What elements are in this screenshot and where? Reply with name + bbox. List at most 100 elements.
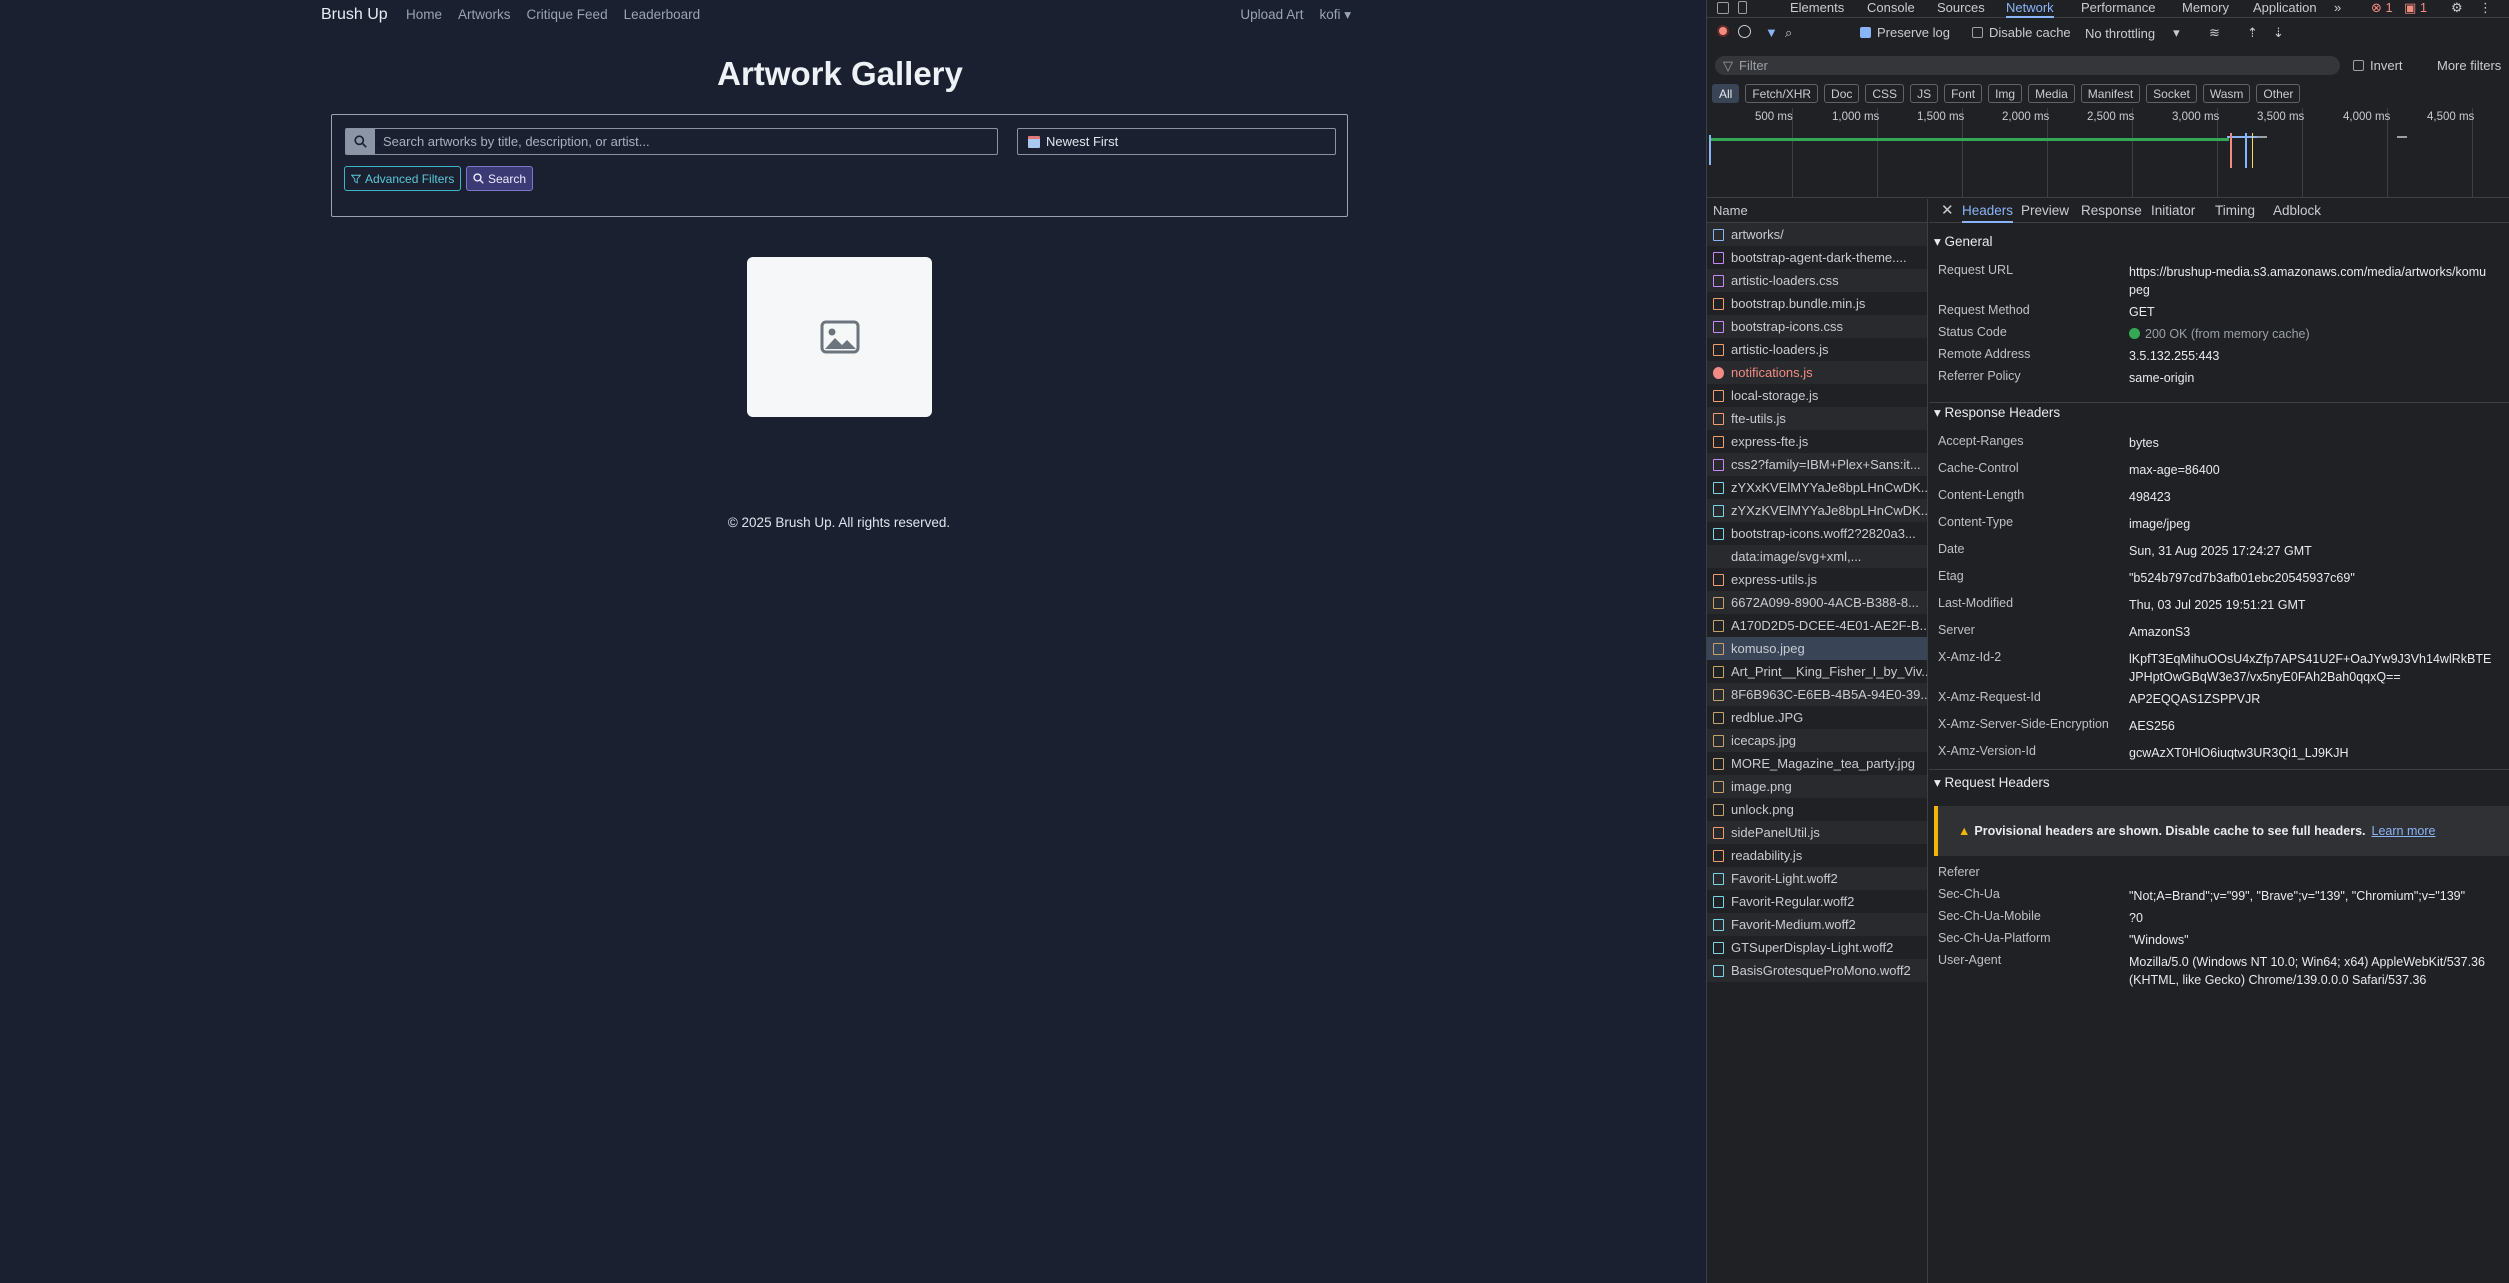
type-js[interactable]: JS (1910, 84, 1939, 103)
request-row[interactable]: readability.js (1707, 844, 1927, 867)
network-overview-timeline[interactable]: 500 ms 1,000 ms 1,500 ms 2,000 ms 2,500 … (1707, 108, 2509, 198)
nav-leaderboard[interactable]: Leaderboard (624, 7, 701, 22)
request-row[interactable]: zYXzKVElMYYaJe8bpLHnCwDK... (1707, 499, 1927, 522)
request-row[interactable]: zYXxKVElMYYaJe8bpLHnCwDK... (1707, 476, 1927, 499)
inspect-icon[interactable] (1717, 2, 1729, 14)
learn-more-link[interactable]: Learn more (2372, 824, 2436, 838)
request-row[interactable]: express-utils.js (1707, 568, 1927, 591)
request-row[interactable]: data:image/svg+xml,... (1707, 545, 1927, 568)
request-row[interactable]: BasisGrotesqueProMono.woff2 (1707, 959, 1927, 982)
settings-gear-icon[interactable]: ⚙ (2451, 0, 2463, 16)
request-row[interactable]: bootstrap-icons.css (1707, 315, 1927, 338)
sort-select[interactable]: Newest First (1017, 128, 1336, 155)
request-row[interactable]: 6672A099-8900-4ACB-B388-8... (1707, 591, 1927, 614)
request-row[interactable]: local-storage.js (1707, 384, 1927, 407)
more-tabs-icon[interactable]: » (2334, 0, 2341, 15)
nav-home[interactable]: Home (406, 7, 442, 22)
response-headers-section-header[interactable]: ▾ Response Headers (1934, 405, 2060, 421)
error-count-badge[interactable]: ⊗ 1 (2371, 0, 2393, 16)
filter-toggle-icon[interactable]: ▼ (1765, 25, 1778, 40)
clear-icon[interactable] (1738, 25, 1751, 38)
invert-checkbox[interactable]: Invert (2353, 58, 2403, 73)
request-row[interactable]: unlock.png (1707, 798, 1927, 821)
header-value: AmazonS3 (2129, 625, 2191, 639)
request-row[interactable]: artistic-loaders.css (1707, 269, 1927, 292)
detail-tab-adblock[interactable]: Adblock (2273, 203, 2321, 218)
request-row[interactable]: Favorit-Medium.woff2 (1707, 913, 1927, 936)
search-icon[interactable]: ⌕ (1785, 25, 1792, 41)
user-menu[interactable]: kofi ▾ (1319, 7, 1351, 23)
nav-artworks[interactable]: Artworks (458, 7, 511, 22)
request-headers-section-header[interactable]: ▾ Request Headers (1934, 775, 2050, 791)
detail-tab-timing[interactable]: Timing (2215, 203, 2255, 218)
request-row[interactable]: bootstrap.bundle.min.js (1707, 292, 1927, 315)
artwork-card[interactable] (747, 257, 932, 417)
detail-tab-response[interactable]: Response (2081, 203, 2142, 218)
kebab-menu-icon[interactable]: ⋮ (2479, 0, 2492, 16)
request-row[interactable]: artworks/ (1707, 223, 1927, 246)
request-row[interactable]: MORE_Magazine_tea_party.jpg (1707, 752, 1927, 775)
disable-cache-checkbox[interactable]: Disable cache (1972, 25, 2071, 40)
request-row[interactable]: Favorit-Regular.woff2 (1707, 890, 1927, 913)
request-row[interactable]: Favorit-Light.woff2 (1707, 867, 1927, 890)
search-input[interactable] (375, 129, 997, 154)
request-row[interactable]: A170D2D5-DCEE-4E01-AE2F-B... (1707, 614, 1927, 637)
type-wasm[interactable]: Wasm (2202, 84, 2251, 103)
request-row[interactable]: sidePanelUtil.js (1707, 821, 1927, 844)
network-conditions-icon[interactable]: ≋ (2209, 25, 2220, 41)
request-row[interactable]: bootstrap-agent-dark-theme.... (1707, 246, 1927, 269)
tab-elements[interactable]: Elements (1790, 0, 1844, 15)
export-har-icon[interactable]: ⇣ (2273, 25, 2284, 41)
device-toggle-icon[interactable] (1738, 1, 1747, 14)
type-other[interactable]: Other (2256, 84, 2301, 103)
brand-link[interactable]: Brush Up (321, 6, 388, 24)
type-font[interactable]: Font (1944, 84, 1983, 103)
type-socket[interactable]: Socket (2146, 84, 2197, 103)
type-manifest[interactable]: Manifest (2080, 84, 2141, 103)
upload-art-link[interactable]: Upload Art (1240, 7, 1303, 23)
tab-performance[interactable]: Performance (2081, 0, 2155, 15)
detail-tab-initiator[interactable]: Initiator (2151, 203, 2195, 218)
record-icon[interactable] (1717, 25, 1729, 37)
issues-count-badge[interactable]: ▣ 1 (2404, 0, 2427, 16)
search-button[interactable]: Search (466, 166, 534, 191)
type-css[interactable]: CSS (1865, 84, 1905, 103)
detail-tab-preview[interactable]: Preview (2021, 203, 2069, 218)
timeline-tick: 2,500 ms (2087, 111, 2135, 123)
request-row[interactable]: bootstrap-icons.woff2?2820a3... (1707, 522, 1927, 545)
request-row[interactable]: fte-utils.js (1707, 407, 1927, 430)
import-har-icon[interactable]: ⇡ (2247, 25, 2258, 41)
request-row[interactable]: notifications.js (1707, 361, 1927, 384)
close-icon[interactable]: ✕ (1941, 201, 1954, 219)
tab-network[interactable]: Network (2006, 0, 2054, 18)
request-row[interactable]: css2?family=IBM+Plex+Sans:it... (1707, 453, 1927, 476)
advanced-filters-button[interactable]: Advanced Filters (344, 166, 462, 191)
filter-input[interactable]: ▽ Filter (1715, 56, 2340, 75)
general-section-header[interactable]: ▾ General (1934, 234, 1993, 250)
request-row[interactable]: Art_Print__King_Fisher_I_by_Viv... (1707, 660, 1927, 683)
request-row[interactable]: komuso.jpeg (1707, 637, 1927, 660)
request-row[interactable]: express-fte.js (1707, 430, 1927, 453)
tab-console[interactable]: Console (1867, 0, 1915, 15)
preserve-log-checkbox[interactable]: Preserve log (1860, 25, 1950, 40)
detail-tab-headers[interactable]: Headers (1962, 203, 2014, 223)
type-fetch-xhr[interactable]: Fetch/XHR (1745, 84, 1819, 103)
type-all[interactable]: All (1712, 84, 1740, 103)
js-file-icon (1713, 826, 1724, 839)
request-row[interactable]: redblue.JPG (1707, 706, 1927, 729)
request-row[interactable]: 8F6B963C-E6EB-4B5A-94E0-39... (1707, 683, 1927, 706)
tab-memory[interactable]: Memory (2182, 0, 2229, 15)
more-filters-button[interactable]: More filters (2437, 58, 2501, 73)
type-media[interactable]: Media (2028, 84, 2075, 103)
type-img[interactable]: Img (1988, 84, 2023, 103)
name-column-header[interactable]: Name (1707, 199, 1927, 223)
type-doc[interactable]: Doc (1824, 84, 1860, 103)
request-row[interactable]: icecaps.jpg (1707, 729, 1927, 752)
throttling-select[interactable]: No throttling ▾ (2085, 25, 2180, 41)
request-row[interactable]: image.png (1707, 775, 1927, 798)
nav-critique-feed[interactable]: Critique Feed (527, 7, 608, 22)
request-row[interactable]: artistic-loaders.js (1707, 338, 1927, 361)
tab-application[interactable]: Application (2253, 0, 2317, 15)
tab-sources[interactable]: Sources (1937, 0, 1985, 15)
request-row[interactable]: GTSuperDisplay-Light.woff2 (1707, 936, 1927, 959)
